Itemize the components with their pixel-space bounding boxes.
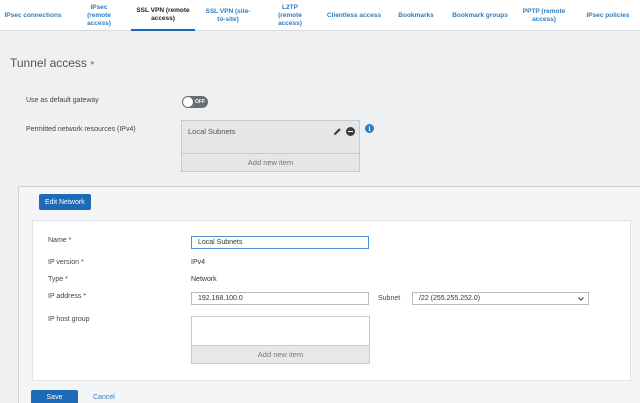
edit-network-title-button[interactable]: Edit Network (39, 194, 91, 210)
tab-ssl-vpn-remote-access[interactable]: SSL VPN (remote access) (131, 0, 195, 31)
cancel-button[interactable]: Cancel (93, 394, 115, 401)
ip-host-group-label: IP host group (48, 316, 90, 323)
tab-ipsec-remote-access[interactable]: IPsec (remote access) (70, 0, 128, 31)
resource-item: Local Subnets (188, 127, 236, 136)
edit-icon[interactable] (333, 127, 342, 136)
name-label: Name * (48, 237, 72, 244)
ip-version-label: IP version * (48, 259, 84, 266)
toggle-state-text: OFF (195, 98, 205, 105)
tab-ssl-vpn-site-to-site[interactable]: SSL VPN (site-to-site) (198, 0, 258, 31)
type-label: Type * (48, 276, 68, 283)
ip-address-label: IP address * (48, 293, 87, 300)
ip-version-value: IPv4 (191, 259, 206, 266)
subnet-select[interactable]: /22 (255.255.252.0) (412, 292, 589, 305)
section-title: Tunnel access • (10, 56, 94, 70)
network-resources-label: Permitted network resources (IPv4) (26, 126, 136, 133)
host-group-add-new-item[interactable]: Add new item (192, 345, 369, 363)
remove-icon[interactable] (346, 127, 355, 136)
type-value: Network (191, 276, 217, 283)
toggle-knob (183, 97, 193, 107)
default-gateway-label: Use as default gateway (26, 97, 99, 104)
tab-ipsec-policies[interactable]: IPsec policies (576, 0, 640, 31)
tab-bookmarks[interactable]: Bookmarks (390, 0, 442, 31)
section-title-text: Tunnel access (10, 56, 87, 70)
ip-address-input[interactable]: 192.168.100.0 (191, 292, 369, 305)
tab-bar: IPsec connections IPsec (remote access) … (0, 0, 640, 31)
tab-bookmark-groups[interactable]: Bookmark groups (446, 0, 514, 31)
subnet-select-value: /22 (255.255.252.0) (419, 295, 481, 302)
subnet-label: Subnet (378, 295, 401, 302)
info-icon[interactable]: i (365, 124, 374, 133)
tab-clientless-access[interactable]: Clientless access (322, 0, 386, 31)
resources-add-new-item[interactable]: Add new item (182, 153, 359, 171)
tab-l2tp-remote-access[interactable]: L2TP (remote access) (262, 0, 318, 31)
tab-ipsec-connections[interactable]: IPsec connections (0, 0, 66, 31)
resource-item-actions (333, 127, 355, 136)
ip-host-group-list: Add new item (191, 316, 370, 364)
name-input[interactable]: Local Subnets (191, 236, 369, 249)
save-button[interactable]: Save (31, 390, 78, 403)
chevron-down-icon (578, 297, 584, 301)
section-marker: • (90, 56, 95, 70)
tab-pptp-remote-access[interactable]: PPTP (remote access) (516, 0, 572, 31)
network-resources-list: Local Subnets Add new item (181, 120, 360, 172)
default-gateway-toggle[interactable]: OFF (182, 96, 208, 108)
